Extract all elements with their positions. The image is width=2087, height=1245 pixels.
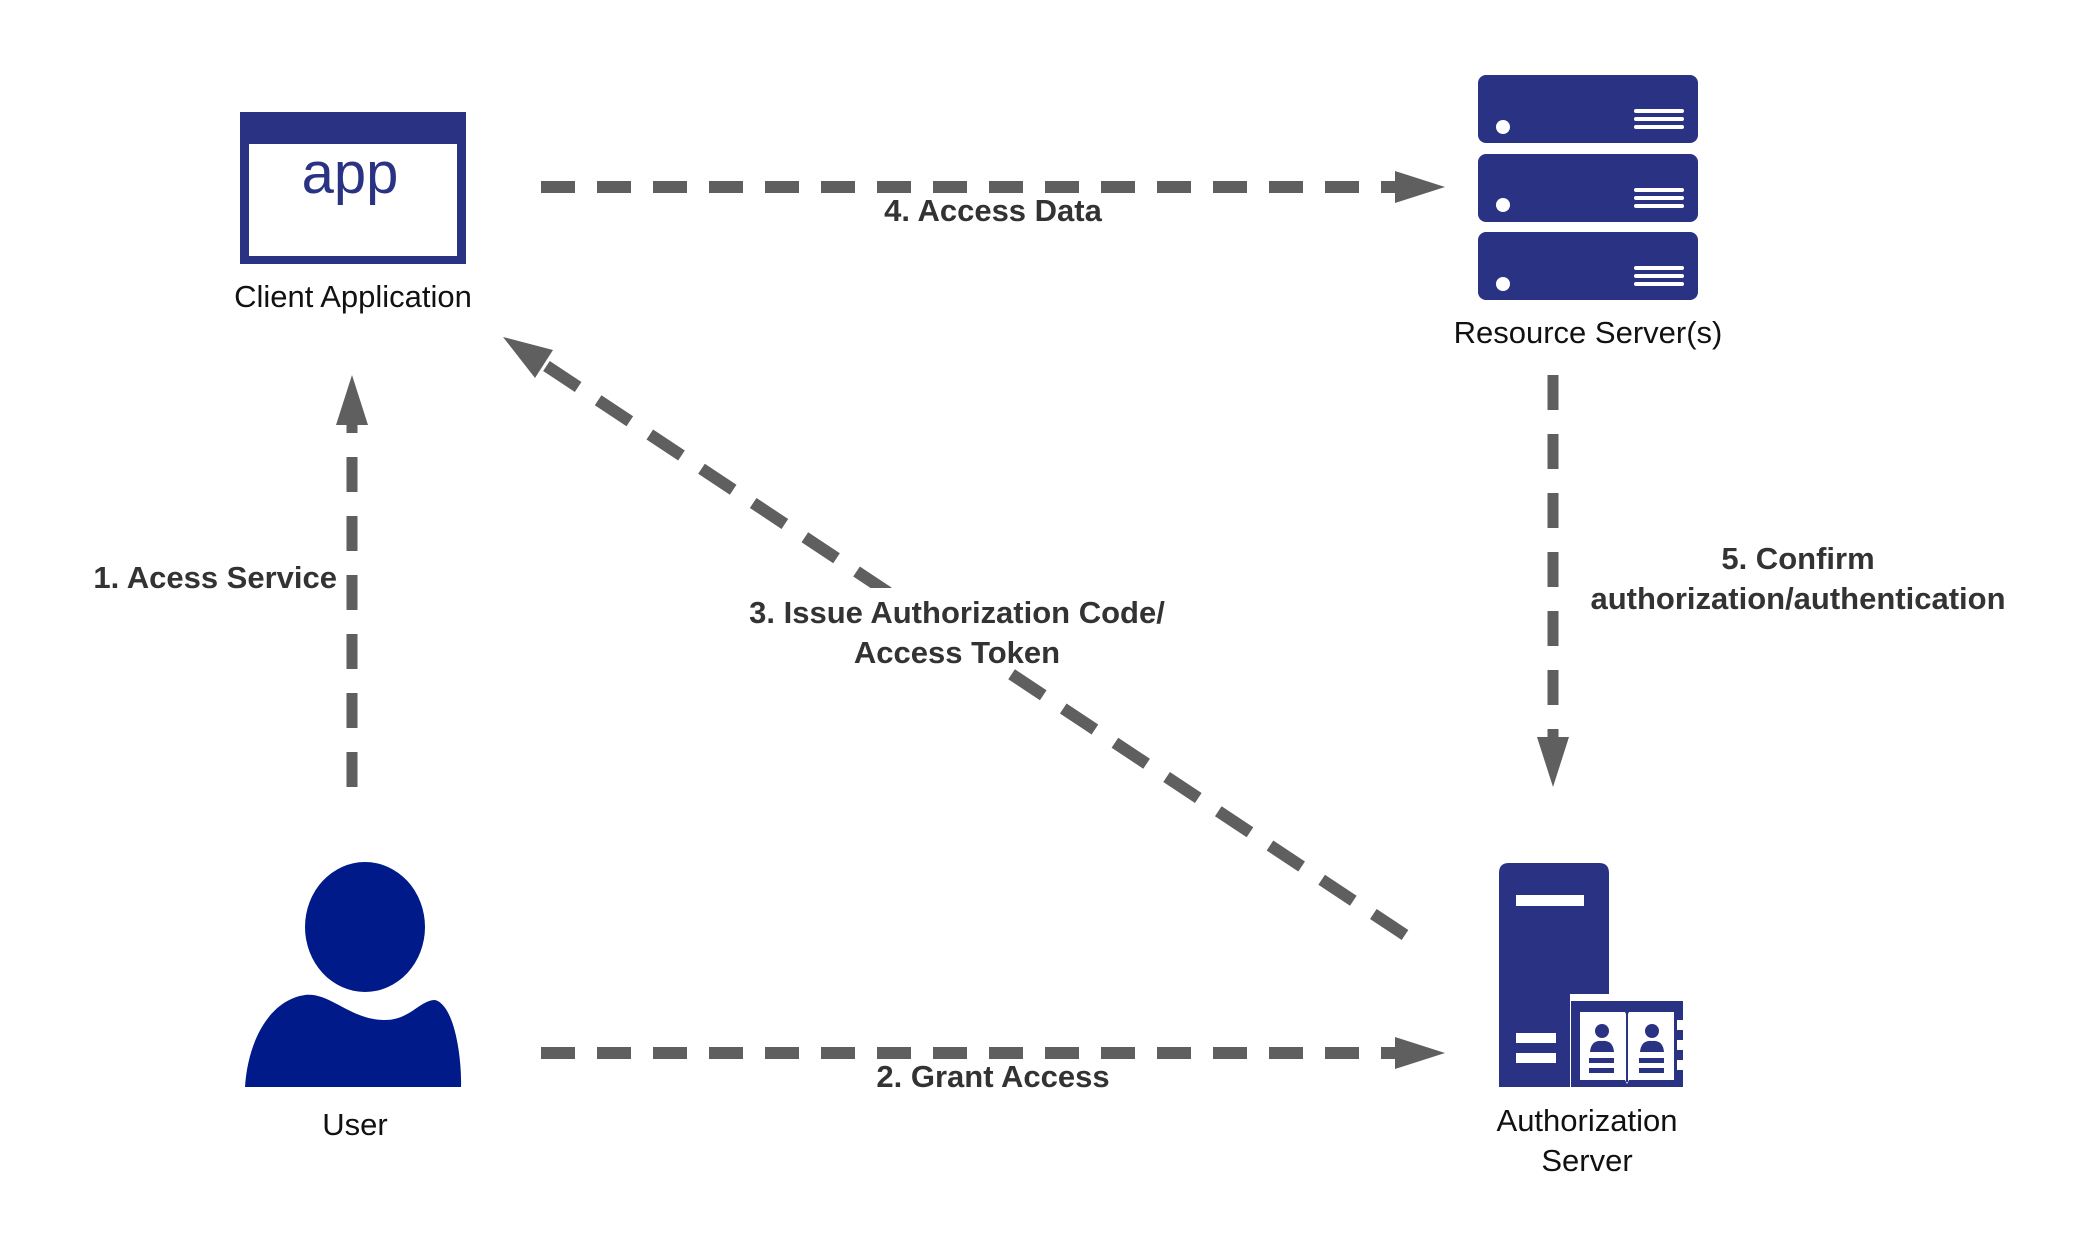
edge-issue-token: 3. Issue Authorization Code/ Access Toke… (503, 337, 1409, 941)
access-service-label: 1. Acess Service (93, 560, 337, 595)
access-data-arrowhead-icon (1395, 171, 1445, 203)
confirm-auth-arrowhead-icon (1537, 737, 1569, 787)
server-tower-with-directory-icon (1499, 863, 1685, 1087)
authorization-server-label-line1: Authorization (1497, 1103, 1678, 1138)
server-unit (1478, 232, 1698, 300)
authorization-server-node: Authorization Server (1497, 863, 1685, 1178)
issue-token-label-line1: 3. Issue Authorization Code/ (749, 595, 1165, 630)
server-stack-icon (1478, 75, 1698, 300)
server-unit (1478, 75, 1698, 143)
grant-access-label: 2. Grant Access (876, 1059, 1109, 1094)
user-node: User (245, 862, 462, 1142)
access-data-label: 4. Access Data (884, 193, 1102, 228)
client-application-node: app Client Application (234, 112, 472, 314)
access-service-arrowhead-icon (336, 375, 368, 425)
edge-access-data: 4. Access Data (541, 171, 1445, 228)
confirm-auth-label-line1: 5. Confirm (1721, 541, 1874, 576)
resource-server-node: Resource Server(s) (1454, 75, 1723, 350)
oauth-flow-diagram: app Client Application Resource Server(s… (93, 75, 2006, 1178)
user-label: User (322, 1107, 387, 1142)
resource-server-label: Resource Server(s) (1454, 315, 1723, 350)
issue-token-label-line2: Access Token (854, 635, 1060, 670)
edge-access-service: 1. Acess Service (93, 375, 368, 787)
authorization-server-label-line2: Server (1541, 1143, 1632, 1178)
grant-access-arrowhead-icon (1395, 1037, 1445, 1069)
edge-confirm-auth: 5. Confirm authorization/authentication (1537, 375, 2006, 787)
server-unit (1478, 154, 1698, 222)
directory-book-icon (1571, 1001, 1685, 1087)
app-window-icon: app (240, 112, 466, 264)
confirm-auth-label-line2: authorization/authentication (1590, 581, 2005, 616)
user-icon (245, 862, 462, 1087)
app-icon-text: app (302, 141, 399, 206)
edge-grant-access: 2. Grant Access (541, 1037, 1445, 1094)
client-application-label: Client Application (234, 279, 472, 314)
